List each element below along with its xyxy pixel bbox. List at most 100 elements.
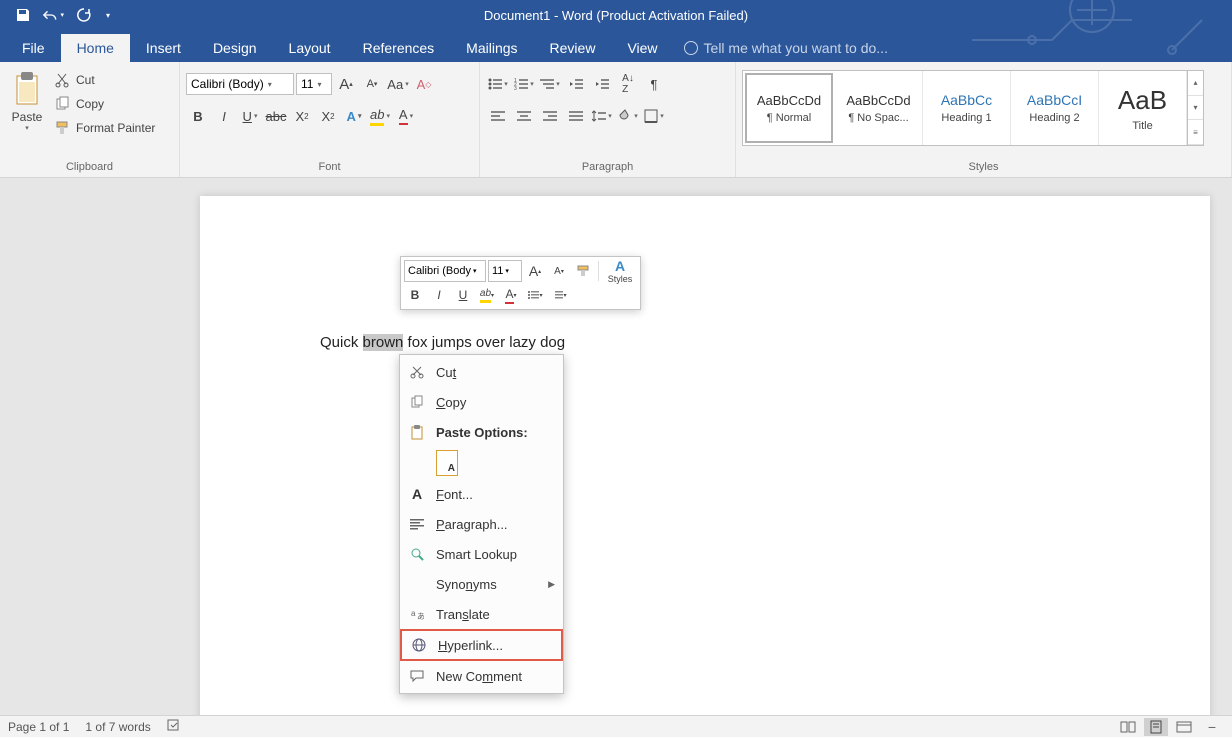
status-page[interactable]: Page 1 of 1 [8, 720, 69, 734]
font-name-combo[interactable]: Calibri (Body)▾ [186, 73, 294, 95]
mini-font-combo[interactable]: Calibri (Body▾ [404, 260, 486, 282]
qat-customize-button[interactable]: ▾ [102, 4, 114, 26]
tab-review[interactable]: Review [534, 34, 612, 62]
change-case-button[interactable]: Aa▾ [386, 72, 410, 96]
title-bar: ▾ ▾ Document1 - Word (Product Activation… [0, 0, 1232, 30]
superscript-button[interactable]: X2 [316, 104, 340, 128]
clear-formatting-button[interactable]: A◇ [412, 72, 436, 96]
proofing-icon[interactable] [167, 718, 183, 735]
context-copy[interactable]: Copy [400, 387, 563, 417]
style-preview: AaB [1118, 85, 1167, 116]
context-cut-label: Cut [436, 365, 555, 380]
align-center-button[interactable] [512, 104, 536, 128]
document-area[interactable]: Quick brown fox jumps over lazy dog Cali… [0, 178, 1232, 715]
format-painter-button[interactable]: Format Painter [50, 118, 159, 138]
gallery-down-button[interactable]: ▾ [1188, 96, 1203, 121]
print-layout-button[interactable] [1144, 718, 1168, 736]
style-heading-1[interactable]: AaBbCc Heading 1 [923, 71, 1011, 145]
sort-button[interactable]: A↓Z [616, 72, 640, 96]
context-new-comment[interactable]: New Comment [400, 661, 563, 691]
tab-references[interactable]: References [347, 34, 451, 62]
gallery-more-button[interactable]: ≡ [1188, 120, 1203, 145]
strikethrough-button[interactable]: abc [264, 104, 288, 128]
text-selection[interactable]: brown [363, 334, 404, 351]
context-translate[interactable]: aあ Translate [400, 599, 563, 629]
font-color-button[interactable]: A▾ [394, 104, 418, 128]
context-paragraph[interactable]: Paragraph... [400, 509, 563, 539]
context-font[interactable]: A Font... [400, 479, 563, 509]
context-translate-label: Translate [436, 607, 555, 622]
mini-styles-button[interactable]: A Styles [603, 260, 637, 282]
decrease-indent-button[interactable] [564, 72, 588, 96]
mini-shrink-font-button[interactable]: A▾ [548, 260, 570, 282]
style-title[interactable]: AaB Title [1099, 71, 1187, 145]
mini-grow-font-button[interactable]: A▴ [524, 260, 546, 282]
bullets-button[interactable]: ▾ [486, 72, 510, 96]
tab-home[interactable]: Home [61, 34, 130, 62]
page[interactable]: Quick brown fox jumps over lazy dog Cali… [200, 196, 1210, 715]
cut-button[interactable]: Cut [50, 70, 159, 90]
text-effects-button[interactable]: A▾ [342, 104, 366, 128]
mini-styles-label: Styles [608, 274, 633, 284]
context-hyperlink[interactable]: Hyperlink... [400, 629, 563, 661]
tab-mailings[interactable]: Mailings [450, 34, 533, 62]
tab-layout[interactable]: Layout [273, 34, 347, 62]
undo-button[interactable]: ▾ [42, 4, 64, 26]
mini-underline-button[interactable]: U [452, 284, 474, 306]
font-size-combo[interactable]: 11▾ [296, 73, 332, 95]
context-cut[interactable]: Cut [400, 357, 563, 387]
justify-button[interactable] [564, 104, 588, 128]
context-smart-lookup[interactable]: Smart Lookup [400, 539, 563, 569]
web-layout-button[interactable] [1172, 718, 1196, 736]
read-mode-button[interactable] [1116, 718, 1140, 736]
mini-italic-button[interactable]: I [428, 284, 450, 306]
mini-font-color-button[interactable]: A▾ [500, 284, 522, 306]
tab-design[interactable]: Design [197, 34, 273, 62]
paragraph-icon [408, 515, 426, 533]
borders-button[interactable]: ▾ [642, 104, 666, 128]
mini-numbering-button[interactable]: ▾ [548, 284, 570, 306]
paste-button[interactable]: Paste ▾ [6, 66, 48, 159]
tell-me-search[interactable]: Tell me what you want to do... [674, 34, 898, 62]
mini-bold-button[interactable]: B [404, 284, 426, 306]
context-synonyms[interactable]: Synonyms ▶ [400, 569, 563, 599]
subscript-button[interactable]: X2 [290, 104, 314, 128]
show-marks-button[interactable]: ¶ [642, 72, 666, 96]
align-right-button[interactable] [538, 104, 562, 128]
bold-button[interactable]: B [186, 104, 210, 128]
tab-file[interactable]: File [6, 34, 61, 62]
mini-size-combo[interactable]: 11▾ [488, 260, 522, 282]
globe-icon [410, 636, 428, 654]
tab-insert[interactable]: Insert [130, 34, 197, 62]
mini-bullets-button[interactable]: ▾ [524, 284, 546, 306]
grow-font-button[interactable]: A▴ [334, 72, 358, 96]
mini-highlight-button[interactable]: ab▾ [476, 284, 498, 306]
gallery-up-button[interactable]: ▴ [1188, 71, 1203, 96]
svg-text:あ: あ [417, 612, 424, 621]
italic-button[interactable]: I [212, 104, 236, 128]
style-heading-2[interactable]: AaBbCcI Heading 2 [1011, 71, 1099, 145]
shading-button[interactable]: ▾ [616, 104, 640, 128]
numbering-button[interactable]: 123▾ [512, 72, 536, 96]
multilevel-list-button[interactable]: ▾ [538, 72, 562, 96]
svg-text:a: a [411, 609, 416, 618]
tab-view[interactable]: View [611, 34, 673, 62]
status-words[interactable]: 1 of 7 words [85, 720, 150, 734]
context-paste-sub: A [400, 447, 563, 479]
group-paragraph: ▾ 123▾ ▾ A↓Z ¶ ▾ ▾ ▾ Paragraph [480, 62, 736, 177]
redo-button[interactable] [72, 4, 94, 26]
document-text[interactable]: Quick brown fox jumps over lazy dog [320, 334, 565, 351]
mini-format-painter-button[interactable] [572, 260, 594, 282]
align-left-button[interactable] [486, 104, 510, 128]
shrink-font-button[interactable]: A▾ [360, 72, 384, 96]
underline-button[interactable]: U▾ [238, 104, 262, 128]
increase-indent-button[interactable] [590, 72, 614, 96]
zoom-out-button[interactable]: − [1200, 718, 1224, 736]
copy-button[interactable]: Copy [50, 94, 159, 114]
style-no-spacing[interactable]: AaBbCcDd ¶ No Spac... [835, 71, 923, 145]
highlight-button[interactable]: ab▾ [368, 104, 392, 128]
line-spacing-button[interactable]: ▾ [590, 104, 614, 128]
save-icon[interactable] [12, 4, 34, 26]
paste-keep-text-button[interactable]: A [436, 450, 458, 476]
style-normal[interactable]: AaBbCcDd ¶ Normal [745, 73, 833, 143]
